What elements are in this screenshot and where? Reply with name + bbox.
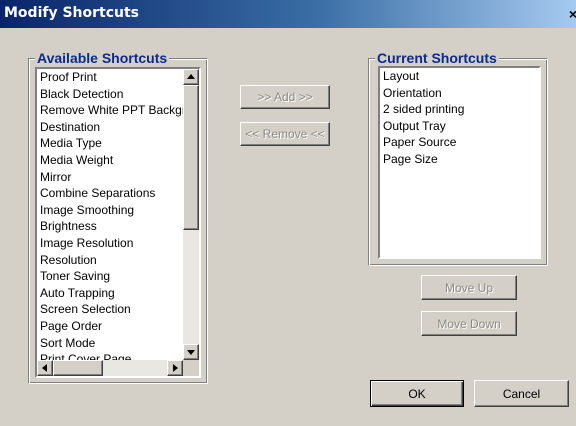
list-item[interactable]: Media Weight xyxy=(39,152,183,169)
list-item[interactable]: 2 sided printing xyxy=(382,101,539,118)
list-item[interactable]: Output Tray xyxy=(382,118,539,135)
available-horizontal-thumb[interactable] xyxy=(53,360,103,376)
list-item[interactable]: Print Cover Page xyxy=(39,351,183,360)
cancel-button[interactable]: Cancel xyxy=(474,380,569,407)
list-item[interactable]: Screen Selection xyxy=(39,301,183,318)
list-item[interactable]: Media Type xyxy=(39,135,183,152)
scrollbar-corner xyxy=(183,360,199,376)
list-item[interactable]: Black Detection xyxy=(39,86,183,103)
current-shortcuts-list[interactable]: Layout Orientation 2 sided printing Output … xyxy=(378,66,541,259)
list-item[interactable]: Remove White PPT Background xyxy=(39,102,183,119)
list-item[interactable]: Mirror xyxy=(39,169,183,186)
ok-button[interactable]: OK xyxy=(370,380,464,407)
list-item[interactable]: Brightness xyxy=(39,218,183,235)
list-item[interactable]: Proof Print xyxy=(39,69,183,86)
arrow-up-icon[interactable] xyxy=(183,69,199,85)
list-item[interactable]: Toner Saving xyxy=(39,268,183,285)
move-down-button[interactable]: Move Down xyxy=(421,311,517,336)
window-title: Modify Shortcuts xyxy=(4,5,140,21)
list-item[interactable]: Auto Trapping xyxy=(39,285,183,302)
current-shortcuts-legend: Current Shortcuts xyxy=(375,50,499,66)
list-item[interactable]: Layout xyxy=(382,68,539,85)
arrow-left-icon[interactable] xyxy=(37,360,53,376)
available-shortcuts-legend: Available Shortcuts xyxy=(35,50,170,66)
list-item[interactable]: Page Order xyxy=(39,318,183,335)
list-item[interactable]: Destination xyxy=(39,119,183,136)
move-up-button[interactable]: Move Up xyxy=(421,275,517,300)
arrow-down-icon[interactable] xyxy=(183,344,199,360)
list-item[interactable]: Paper Source xyxy=(382,134,539,151)
list-item[interactable]: Combine Separations xyxy=(39,185,183,202)
title-bar[interactable]: Modify Shortcuts × xyxy=(0,0,576,28)
remove-button[interactable]: << Remove << xyxy=(240,122,330,146)
close-icon[interactable]: × xyxy=(564,6,576,22)
available-shortcuts-list[interactable]: Proof Print Black Detection Remove White P… xyxy=(35,67,201,378)
list-item[interactable]: Image Resolution xyxy=(39,235,183,252)
list-item[interactable]: Image Smoothing xyxy=(39,202,183,219)
add-button[interactable]: >> Add >> xyxy=(240,85,330,109)
list-item[interactable]: Orientation xyxy=(382,85,539,102)
available-vertical-thumb[interactable] xyxy=(183,85,199,230)
list-item[interactable]: Sort Mode xyxy=(39,335,183,352)
list-item[interactable]: Page Size xyxy=(382,151,539,168)
list-item[interactable]: Resolution xyxy=(39,252,183,269)
arrow-right-icon[interactable] xyxy=(167,360,183,376)
